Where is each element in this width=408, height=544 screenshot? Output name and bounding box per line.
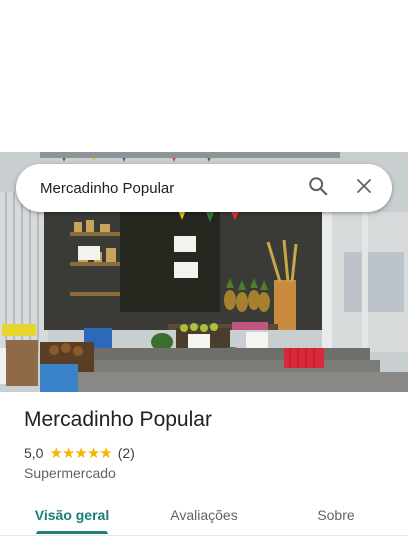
place-tabs: Visão geral Avaliações Sobre: [0, 496, 408, 536]
rating-stars: ★ ★ ★ ★ ★: [49, 444, 112, 462]
tab-reviews[interactable]: Avaliações: [154, 496, 254, 534]
tab-overview[interactable]: Visão geral: [24, 496, 120, 534]
search-input[interactable]: Mercadinho Popular: [16, 180, 298, 197]
close-button[interactable]: [344, 168, 384, 208]
star-icon: ★: [74, 444, 87, 462]
search-icon: [307, 175, 329, 202]
tab-about[interactable]: Sobre: [296, 496, 376, 534]
place-title: Mercadinho Popular: [24, 408, 212, 431]
star-icon: ★: [99, 444, 112, 462]
search-bar[interactable]: Mercadinho Popular: [16, 164, 392, 212]
place-sheet: Mercadinho Popular Mercadinho Popular 5,…: [0, 0, 408, 544]
star-icon: ★: [49, 444, 62, 462]
close-icon: [355, 177, 373, 200]
star-icon: ★: [61, 444, 75, 462]
star-icon: ★: [86, 444, 100, 462]
rating-value: 5,0: [24, 445, 44, 461]
active-tab-indicator: [36, 531, 108, 534]
rating-row[interactable]: 5,0 ★ ★ ★ ★ ★ (2): [24, 444, 135, 462]
search-button[interactable]: [298, 168, 338, 208]
place-category[interactable]: Supermercado: [24, 465, 116, 481]
review-count[interactable]: (2): [118, 445, 135, 461]
